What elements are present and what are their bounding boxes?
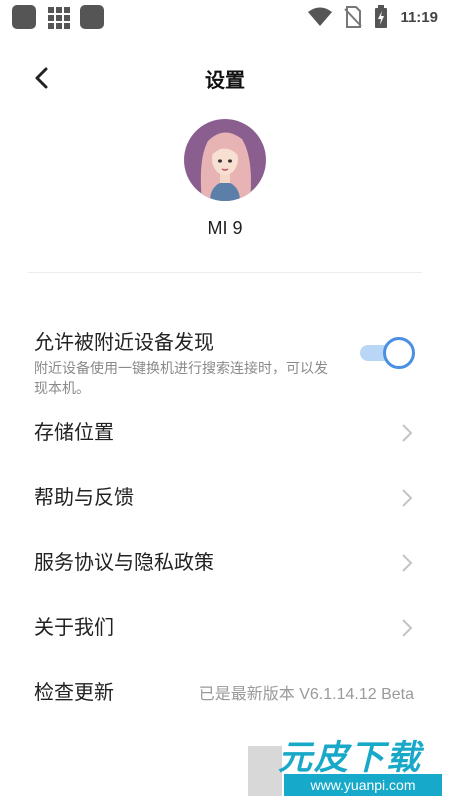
no-sim-icon bbox=[344, 6, 363, 28]
setting-item-privacy[interactable]: 服务协议与隐私政策 bbox=[34, 546, 418, 578]
watermark-url: www.yuanpi.com bbox=[284, 774, 442, 796]
wifi-icon bbox=[308, 7, 333, 26]
chevron-right-icon bbox=[402, 489, 413, 507]
page-title: 设置 bbox=[205, 68, 245, 92]
setting-discoverable-description: 附近设备使用一键换机进行搜索连接时，可以发现本机。 bbox=[34, 361, 328, 397]
battery-charging-icon bbox=[375, 5, 388, 28]
setting-item-label: 关于我们 bbox=[34, 615, 114, 639]
grid-icon bbox=[46, 5, 70, 29]
avatar-illustration-icon bbox=[184, 119, 266, 201]
watermark: 元皮下载 www.yuanpi.com bbox=[248, 728, 448, 798]
device-name: MI 9 bbox=[207, 218, 243, 238]
chevron-right-icon bbox=[402, 424, 413, 442]
toggle-knob bbox=[383, 337, 415, 369]
status-right-icons: 11:19 bbox=[308, 5, 438, 29]
status-bar: 11:19 bbox=[0, 0, 450, 34]
header: 设置 bbox=[0, 56, 450, 100]
setting-item-label: 存储位置 bbox=[34, 420, 114, 444]
watermark-title: 元皮下载 bbox=[278, 738, 422, 778]
discoverable-toggle[interactable] bbox=[358, 336, 418, 370]
app-square-icon bbox=[12, 5, 36, 29]
setting-item-label: 帮助与反馈 bbox=[34, 485, 134, 509]
version-status: 已是最新版本 V6.1.14.12 Beta bbox=[198, 686, 414, 703]
chevron-right-icon bbox=[402, 554, 413, 572]
setting-item-storage[interactable]: 存储位置 bbox=[34, 416, 418, 448]
divider bbox=[28, 272, 422, 273]
app-square-icon bbox=[80, 5, 104, 29]
setting-item-help[interactable]: 帮助与反馈 bbox=[34, 481, 418, 513]
watermark-ghost-icon bbox=[248, 746, 282, 796]
setting-item-label: 服务协议与隐私政策 bbox=[34, 550, 214, 574]
status-left-icons bbox=[12, 5, 104, 29]
setting-item-about[interactable]: 关于我们 bbox=[34, 611, 418, 643]
status-time: 11:19 bbox=[400, 8, 438, 26]
avatar[interactable] bbox=[184, 119, 266, 201]
chevron-right-icon bbox=[402, 619, 413, 637]
setting-item-update[interactable]: 检查更新 已是最新版本 V6.1.14.12 Beta bbox=[34, 676, 418, 708]
